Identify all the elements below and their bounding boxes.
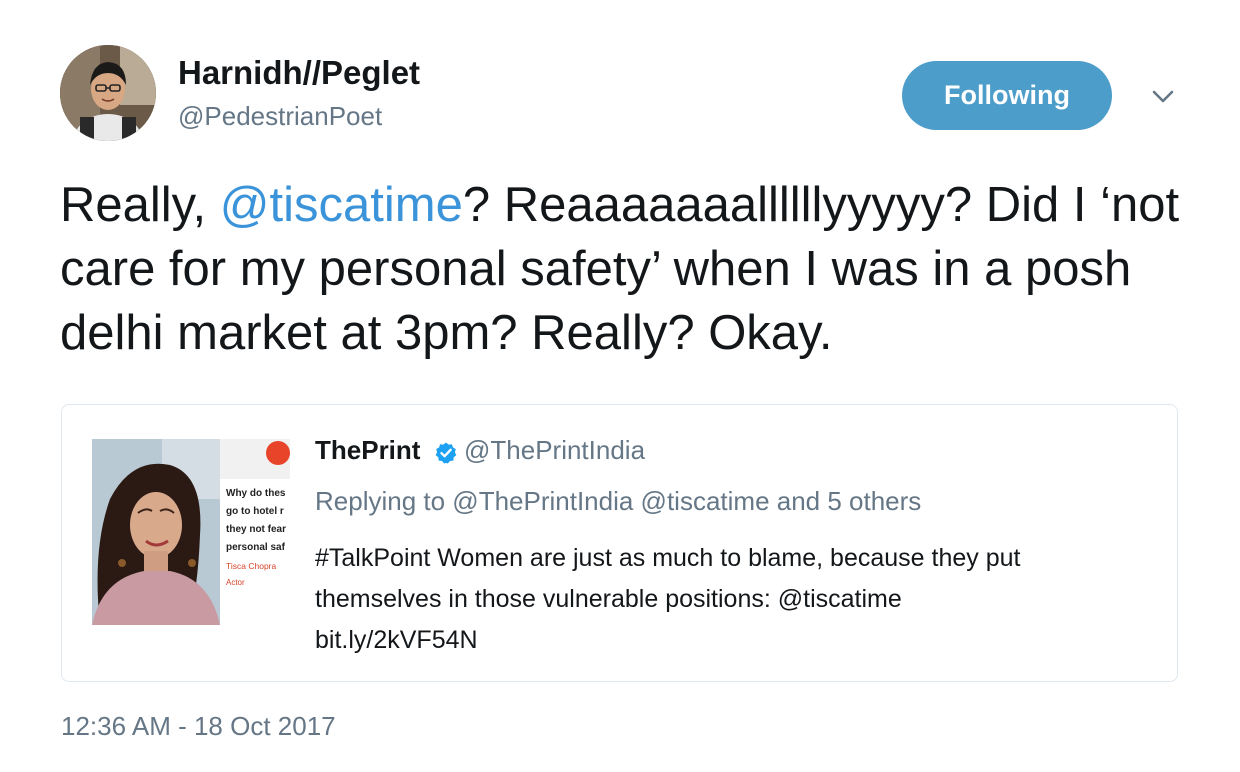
media-person-name: Tisca Chopra bbox=[226, 561, 277, 571]
media-line: go to hotel r bbox=[226, 506, 284, 517]
quoted-tweet-card[interactable]: Why do thes go to hotel r they not fear … bbox=[61, 404, 1178, 682]
tweet-text-part: Really, bbox=[60, 178, 220, 232]
media-image: Why do thes go to hotel r they not fear … bbox=[92, 439, 290, 625]
media-line: personal saf bbox=[226, 542, 286, 553]
chevron-down-icon[interactable] bbox=[1150, 84, 1176, 110]
author-avatar[interactable] bbox=[60, 45, 156, 141]
author-name[interactable]: Harnidh//Peglet bbox=[178, 54, 420, 92]
tweet-text: Really, @tiscatime? Reaaaaaaallllllyyyyy… bbox=[60, 173, 1200, 365]
quoted-tweet-media[interactable]: Why do thes go to hotel r they not fear … bbox=[92, 439, 290, 625]
following-button[interactable]: Following bbox=[902, 61, 1112, 130]
quoted-tweet-text: #TalkPoint Women are just as much to bla… bbox=[315, 538, 1145, 661]
media-line: Why do thes bbox=[226, 488, 286, 499]
verified-badge-icon bbox=[435, 442, 457, 464]
media-line: they not fear bbox=[226, 524, 286, 535]
quoted-text-line: bit.ly/2kVF54N bbox=[315, 626, 478, 654]
replying-to: Replying to @ThePrintIndia @tiscatime an… bbox=[315, 486, 922, 516]
mention-link[interactable]: @tiscatime bbox=[220, 178, 463, 232]
quoted-text-line: themselves in those vulnerable positions… bbox=[315, 585, 902, 613]
media-person-role: Actor bbox=[226, 578, 245, 587]
tweet-timestamp[interactable]: 12:36 AM - 18 Oct 2017 bbox=[61, 711, 336, 742]
quoted-text-line: #TalkPoint Women are just as much to bla… bbox=[315, 544, 1021, 572]
quoted-author-name[interactable]: ThePrint bbox=[315, 435, 420, 466]
avatar-image bbox=[60, 45, 156, 141]
author-handle[interactable]: @PedestrianPoet bbox=[178, 101, 382, 132]
quoted-author-handle[interactable]: @ThePrintIndia bbox=[464, 435, 645, 466]
